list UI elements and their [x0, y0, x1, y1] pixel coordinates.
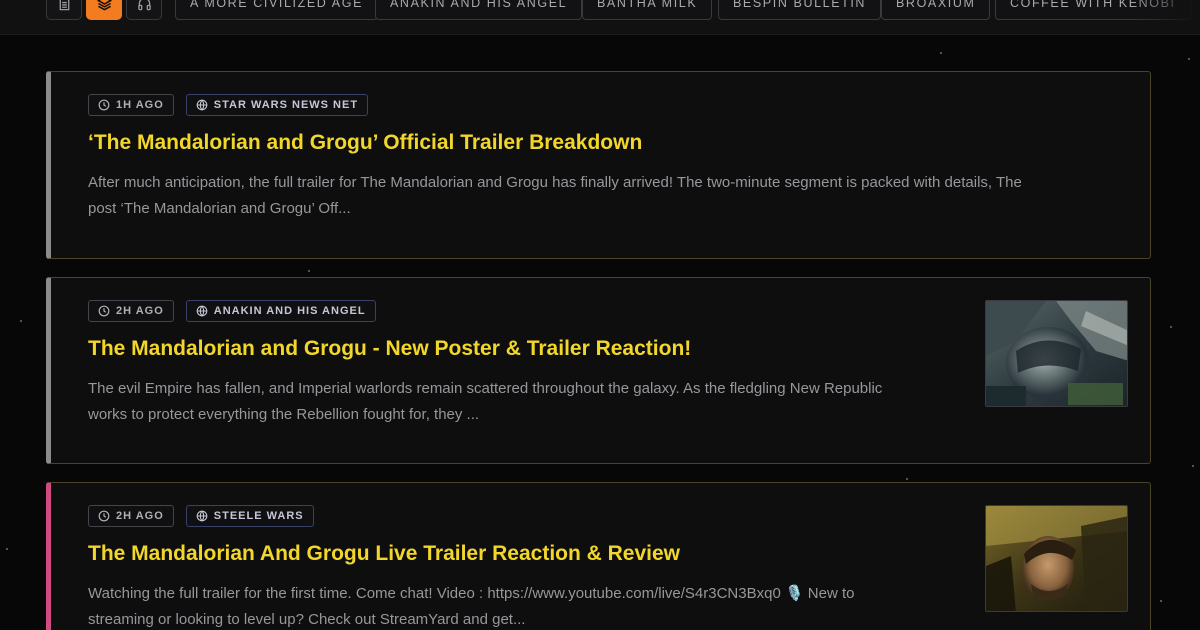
excerpt-line: The evil Empire has fallen, and Imperial… — [88, 380, 883, 397]
article-title[interactable]: ‘The Mandalorian and Grogu’ Official Tra… — [88, 131, 642, 155]
article-thumbnail[interactable] — [985, 300, 1128, 407]
excerpt-line: After much anticipation, the full traile… — [88, 174, 1022, 191]
source-text: STEELE WARS — [213, 510, 304, 522]
audio-view-button[interactable] — [126, 0, 162, 20]
globe-icon — [196, 99, 208, 111]
time-badge: 2H AGO — [88, 300, 174, 322]
excerpt-line: Watching the full trailer for the first … — [88, 585, 855, 602]
source-text: ANAKIN AND HIS ANGEL — [213, 305, 366, 317]
excerpt-line: post ‘The Mandalorian and Grogu’ Off... — [88, 200, 351, 217]
source-badge[interactable]: ANAKIN AND HIS ANGEL — [185, 300, 376, 322]
time-text: 2H AGO — [116, 510, 164, 522]
globe-icon — [196, 305, 208, 317]
article-meta: 2H AGO ANAKIN AND HIS ANGEL — [88, 300, 376, 322]
source-filter-anakin-and-his-angel[interactable]: ANAKIN AND HIS ANGEL — [375, 0, 583, 20]
excerpt-line: works to protect everything the Rebellio… — [88, 406, 480, 423]
article-excerpt: Watching the full trailer for the first … — [88, 581, 855, 630]
list-view-button[interactable] — [46, 0, 82, 20]
time-text: 2H AGO — [116, 305, 164, 317]
article-card[interactable]: 2H AGO ANAKIN AND HIS ANGEL The Mandalor… — [46, 277, 1151, 464]
source-filter-broaxium[interactable]: BROAXIUM — [881, 0, 991, 20]
clock-icon — [98, 510, 110, 522]
source-text: STAR WARS NEWS NET — [213, 99, 359, 111]
document-icon — [59, 0, 69, 11]
mandalorian-actor-thumbnail-image — [986, 506, 1127, 611]
source-filter-bespin-bulletin[interactable]: BESPIN BULLETIN — [718, 0, 882, 20]
headphones-icon — [137, 0, 151, 11]
mandalorian-armor-thumbnail-image — [986, 301, 1127, 406]
globe-icon — [196, 510, 208, 522]
layers-icon — [96, 0, 112, 11]
source-filter-a-more-civilized-age[interactable]: A MORE CIVILIZED AGE — [175, 0, 379, 20]
card-view-button[interactable] — [86, 0, 122, 20]
time-badge: 2H AGO — [88, 505, 174, 527]
source-badge[interactable]: STEELE WARS — [185, 505, 314, 527]
article-excerpt: The evil Empire has fallen, and Imperial… — [88, 376, 882, 428]
source-filter-bar: A MORE CIVILIZED AGE ANAKIN AND HIS ANGE… — [0, 0, 1200, 35]
source-badge[interactable]: STAR WARS NEWS NET — [185, 94, 369, 116]
article-excerpt: After much anticipation, the full traile… — [88, 170, 1022, 222]
scroll-fade — [1130, 0, 1200, 34]
source-filter-bantha-milk[interactable]: BANTHA MILK — [582, 0, 713, 20]
article-thumbnail[interactable] — [985, 505, 1128, 612]
article-meta: 1H AGO STAR WARS NEWS NET — [88, 94, 369, 116]
time-text: 1H AGO — [116, 99, 164, 111]
article-card[interactable]: 1H AGO STAR WARS NEWS NET ‘The Mandalori… — [46, 71, 1151, 259]
article-card[interactable]: 2H AGO STEELE WARS The Mandalorian And G… — [46, 482, 1151, 630]
time-badge: 1H AGO — [88, 94, 174, 116]
article-title[interactable]: The Mandalorian and Grogu - New Poster &… — [88, 337, 691, 361]
excerpt-line: streaming or looking to level up? Check … — [88, 611, 526, 628]
clock-icon — [98, 305, 110, 317]
article-title[interactable]: The Mandalorian And Grogu Live Trailer R… — [88, 542, 680, 566]
clock-icon — [98, 99, 110, 111]
article-meta: 2H AGO STEELE WARS — [88, 505, 314, 527]
